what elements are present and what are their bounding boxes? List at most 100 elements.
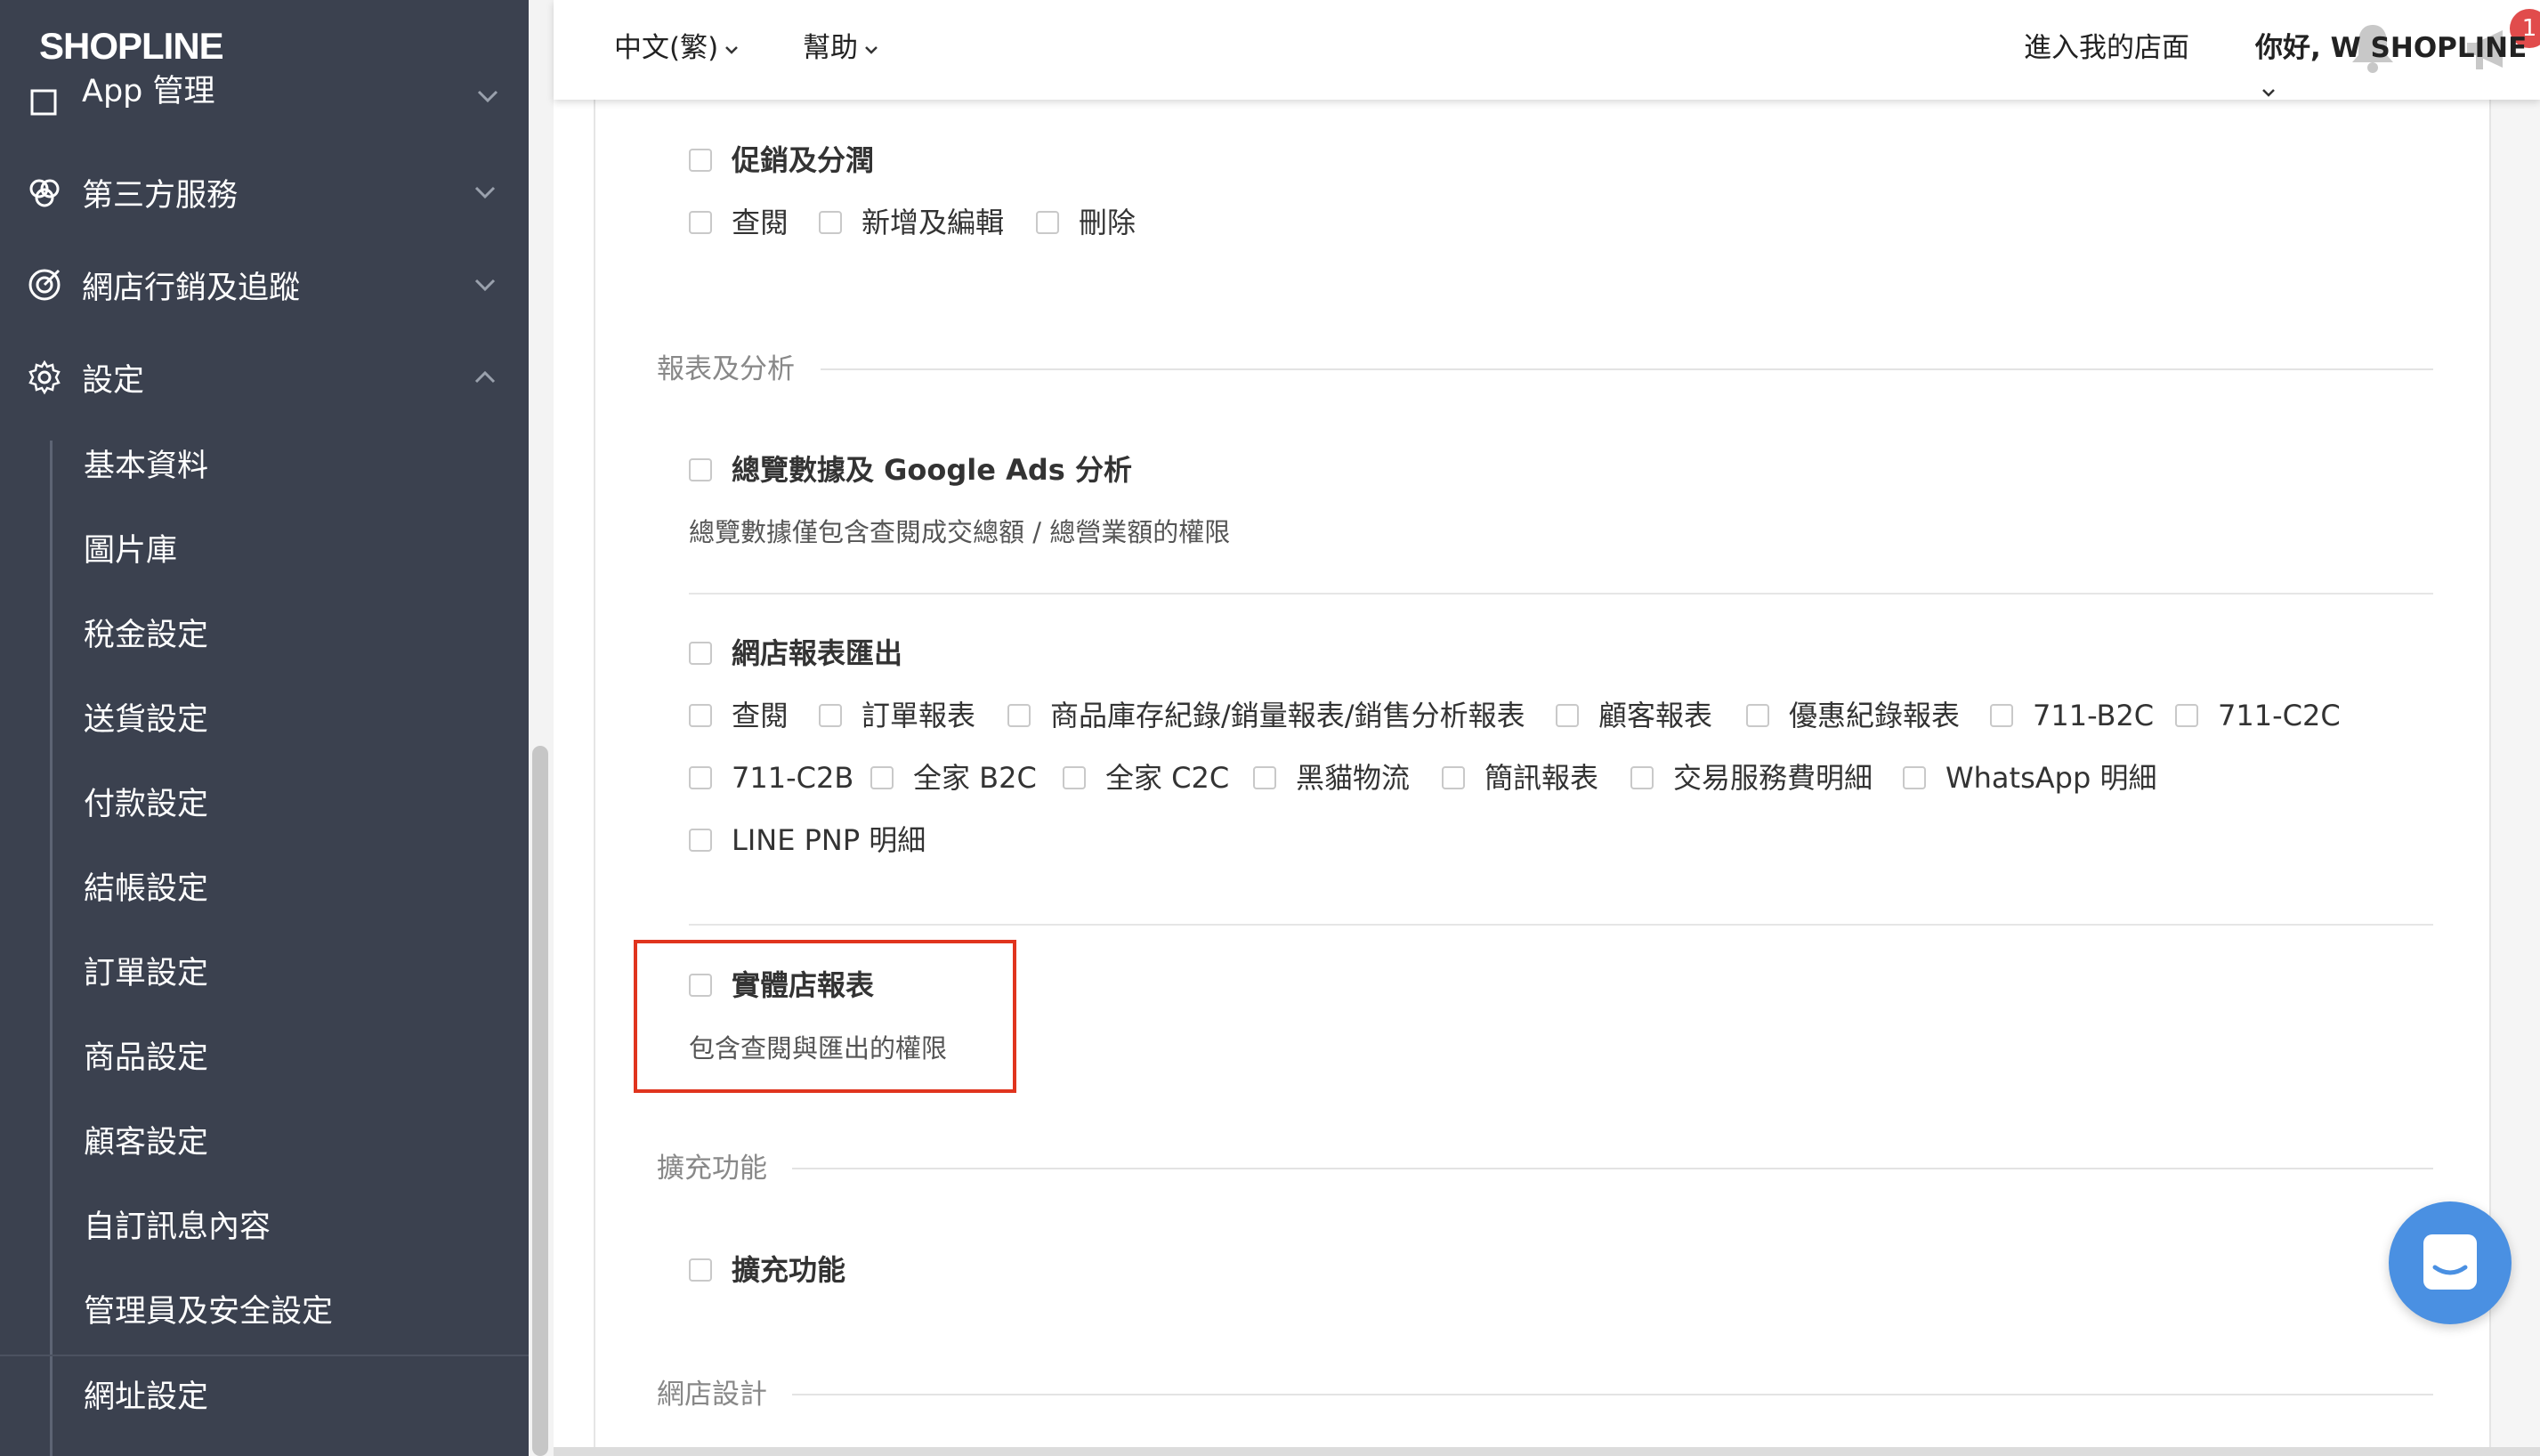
- store-reports-option-label: WhatsApp 明細: [1945, 761, 2157, 795]
- panel-left-border: [594, 100, 595, 1456]
- store-reports-option-label: 全家 C2C: [1105, 761, 1230, 795]
- sidebar-item-settings[interactable]: 設定: [0, 342, 529, 413]
- sidebar-scrollbar-thumb[interactable]: [532, 746, 548, 1456]
- section-divider: [821, 368, 2433, 370]
- chevron-up-icon: [474, 370, 496, 384]
- family-c2c-checkbox[interactable]: [1063, 766, 1086, 789]
- chat-icon: [2423, 1234, 2477, 1290]
- chevron-down-icon: [474, 186, 496, 199]
- extensions-section-title: 擴充功能: [657, 1153, 767, 1185]
- store-reports-option-label: 711-C2B: [732, 761, 854, 795]
- store-reports-option-label: 顧客報表: [1598, 699, 1713, 732]
- sidebar-item-third-party[interactable]: 第三方服務: [0, 157, 529, 228]
- puzzle-icon: [29, 179, 60, 207]
- sidebar-subitem-payment[interactable]: 付款設定: [84, 769, 511, 840]
- store-reports-option-label: 711-B2C: [2033, 699, 2155, 732]
- item-separator: [689, 593, 2433, 595]
- store-reports-option-label: 優惠紀錄報表: [1789, 699, 1961, 732]
- help-dropdown[interactable]: 幫助: [803, 27, 879, 69]
- language-dropdown[interactable]: 中文(繁): [614, 27, 740, 69]
- extensions-title: 擴充功能: [732, 1253, 846, 1287]
- sms-report-checkbox[interactable]: [1442, 766, 1465, 789]
- transaction-fee-checkbox[interactable]: [1630, 766, 1654, 789]
- sidebar-subitem-basic-info[interactable]: 基本資料: [84, 431, 511, 502]
- tcat-logistics-checkbox[interactable]: [1253, 766, 1276, 789]
- window-bottom-edge: [554, 1447, 2540, 1456]
- store-reports-option-label: 黑貓物流: [1296, 761, 1411, 795]
- help-label: 幫助: [803, 32, 858, 64]
- 711-b2c-checkbox[interactable]: [1990, 704, 2013, 727]
- store-reports-option-label: 商品庫存紀錄/銷量報表/銷售分析報表: [1050, 699, 1525, 732]
- chevron-down-icon: [2262, 88, 2275, 97]
- whatsapp-detail-checkbox[interactable]: [1903, 766, 1926, 789]
- promotion-record-report-checkbox[interactable]: [1746, 704, 1769, 727]
- promotions-checkbox[interactable]: [689, 149, 712, 172]
- retail-report-checkbox[interactable]: [689, 974, 712, 997]
- sidebar-item-app-management[interactable]: App 管理: [0, 71, 529, 123]
- sidebar-subitem-tax[interactable]: 稅金設定: [84, 600, 511, 671]
- 711-c2c-checkbox[interactable]: [2175, 704, 2198, 727]
- overview-title: 總覽數據及 Google Ads 分析: [732, 453, 1132, 487]
- retail-report-title: 實體店報表: [732, 968, 875, 1002]
- sidebar-subitem-domain[interactable]: 網址設定: [84, 1362, 511, 1433]
- language-label: 中文(繁): [614, 32, 719, 64]
- sidebar-divider: [0, 1355, 529, 1356]
- promotions-edit-label: 新增及編輯: [861, 206, 1005, 239]
- sidebar-subitem-delivery[interactable]: 送貨設定: [84, 684, 511, 756]
- overview-description: 總覽數據僅包含查閱成交總額 / 總營業額的權限: [689, 517, 1231, 547]
- greeting-label: 你好, W SHOPLINE: [2255, 32, 2528, 64]
- chat-support-button[interactable]: [2389, 1201, 2512, 1324]
- chevron-down-icon: [474, 279, 496, 292]
- 711-c2b-checkbox[interactable]: [689, 766, 712, 789]
- app-icon: [30, 89, 57, 116]
- sidebar: SHOPLINE App 管理 第三方服務 網店行銷及追蹤 設定 基本資料 圖片…: [0, 0, 529, 1456]
- enter-store-link[interactable]: 進入我的店面: [2024, 27, 2189, 69]
- store-reports-checkbox[interactable]: [689, 642, 712, 665]
- gear-icon: [28, 360, 61, 395]
- sidebar-subitem-custom-message[interactable]: 自訂訊息內容: [84, 1192, 511, 1263]
- customer-report-checkbox[interactable]: [1556, 704, 1579, 727]
- sidebar-subitem-order[interactable]: 訂單設定: [84, 938, 511, 1009]
- chevron-down-icon: [865, 45, 878, 54]
- sidebar-subitem-checkout[interactable]: 結帳設定: [84, 853, 511, 925]
- order-report-checkbox[interactable]: [819, 704, 842, 727]
- permissions-panel: 促銷及分潤 查閱 新增及編輯 刪除 報表及分析 總覽數據及 Google Ads…: [554, 100, 2540, 1456]
- top-navigation-bar: 中文(繁) 幫助 1 進入我的店面 你好, W SHOPLINE: [554, 0, 2540, 100]
- sidebar-item-label: 第三方服務: [82, 177, 239, 214]
- chevron-down-icon: [477, 90, 498, 103]
- store-reports-view-checkbox[interactable]: [689, 704, 712, 727]
- user-menu-dropdown[interactable]: 你好, W SHOPLINE: [2255, 27, 2540, 97]
- store-reports-option-label: 711-C2C: [2218, 699, 2341, 732]
- promotions-delete-label: 刪除: [1079, 206, 1137, 239]
- sidebar-subitem-product[interactable]: 商品設定: [84, 1023, 511, 1094]
- highlight-box: [634, 940, 1016, 1093]
- store-reports-title: 網店報表匯出: [732, 636, 903, 670]
- shopline-logo[interactable]: SHOPLINE: [39, 21, 224, 71]
- store-design-section-title: 網店設計: [657, 1379, 767, 1411]
- promotions-view-checkbox[interactable]: [689, 211, 712, 234]
- line-pnp-detail-checkbox[interactable]: [689, 829, 712, 852]
- item-separator: [689, 924, 2433, 926]
- promotions-view-label: 查閱: [732, 206, 789, 239]
- promotions-delete-checkbox[interactable]: [1036, 211, 1059, 234]
- sidebar-subitem-media-library[interactable]: 圖片庫: [84, 515, 511, 586]
- store-reports-option-label: 簡訊報表: [1484, 761, 1599, 795]
- sidebar-subitem-admin-security[interactable]: 管理員及安全設定: [84, 1276, 511, 1347]
- overview-checkbox[interactable]: [689, 458, 712, 481]
- target-icon: [28, 269, 61, 301]
- sidebar-subitem-customer[interactable]: 顧客設定: [84, 1107, 511, 1178]
- promotions-edit-checkbox[interactable]: [819, 211, 842, 234]
- store-reports-option-label: 交易服務費明細: [1673, 761, 1873, 795]
- section-divider: [792, 1168, 2433, 1169]
- extensions-checkbox[interactable]: [689, 1258, 712, 1282]
- store-reports-option-label: 查閱: [732, 699, 789, 732]
- store-reports-option-label: 訂單報表: [861, 699, 976, 732]
- inventory-sales-report-checkbox[interactable]: [1007, 704, 1031, 727]
- store-reports-option-label: 全家 B2C: [913, 761, 1037, 795]
- sidebar-item-marketing[interactable]: 網店行銷及追蹤: [0, 249, 529, 320]
- section-divider: [792, 1394, 2433, 1395]
- sidebar-item-label: 設定: [82, 362, 145, 399]
- reports-section-title: 報表及分析: [657, 353, 795, 385]
- family-b2c-checkbox[interactable]: [870, 766, 894, 789]
- sidebar-item-label: App 管理: [82, 74, 215, 109]
